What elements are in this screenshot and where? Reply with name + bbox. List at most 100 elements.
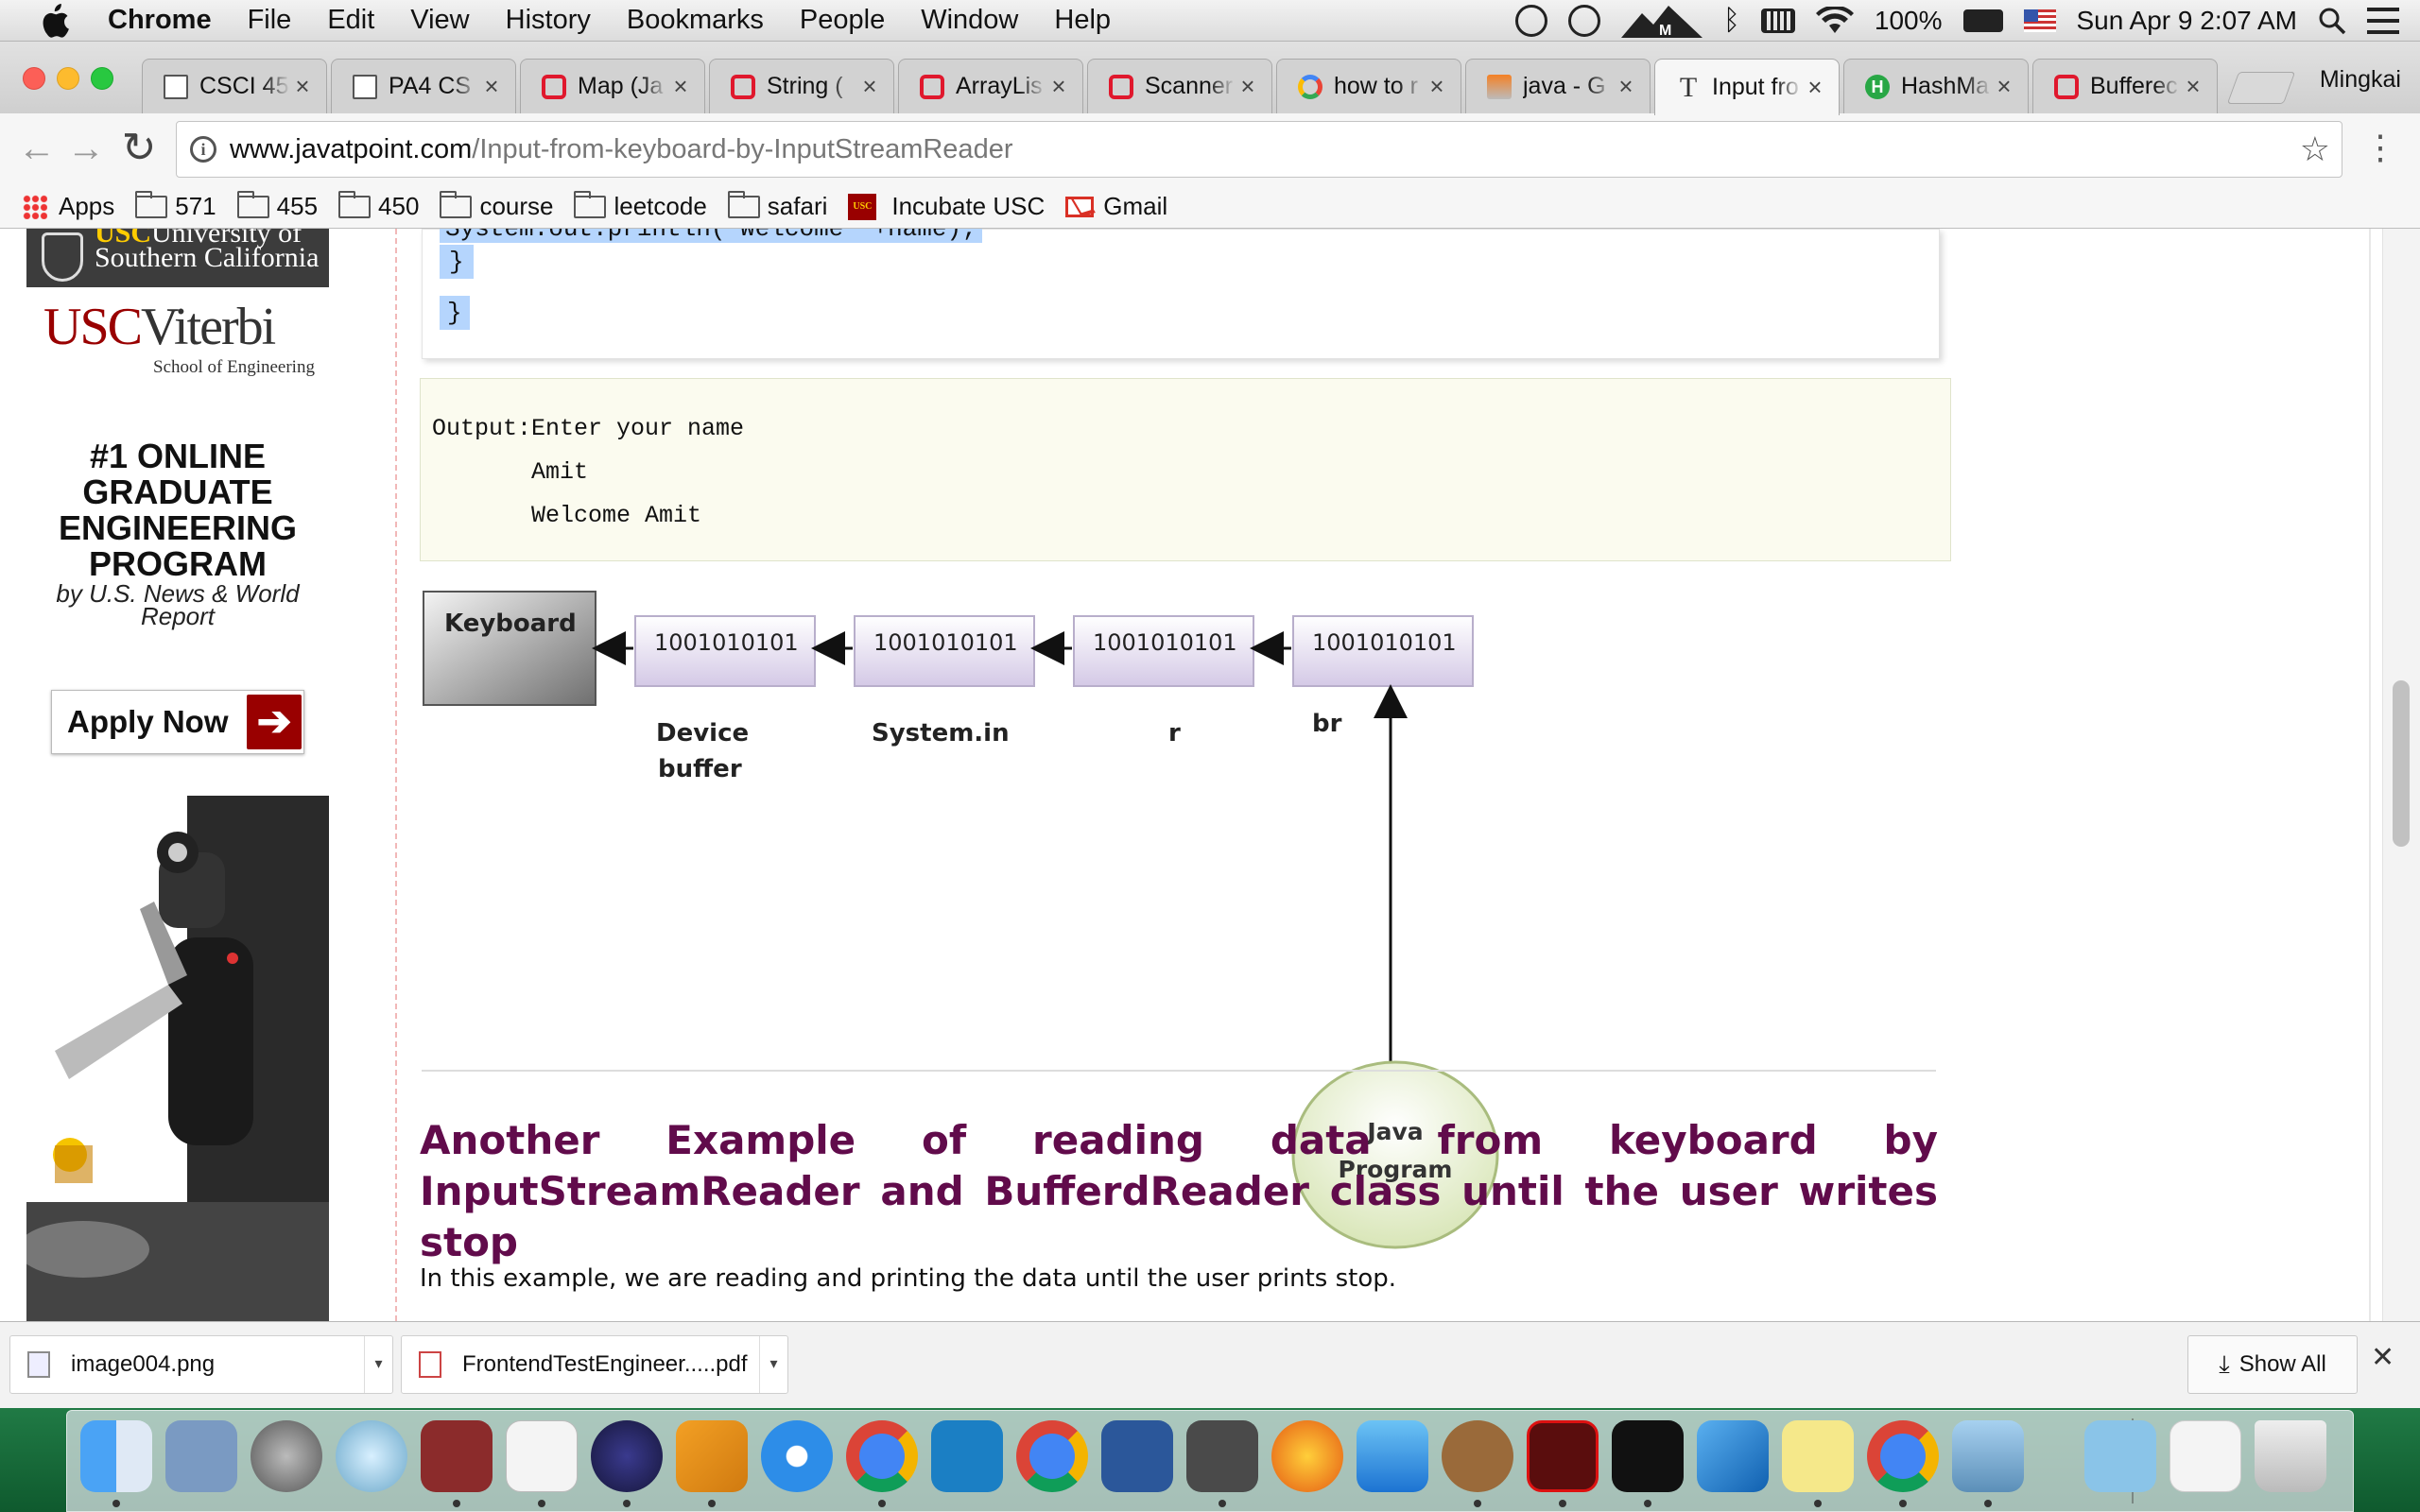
bookmark-apps[interactable]: Apps: [23, 192, 114, 221]
finder-icon[interactable]: [80, 1420, 152, 1492]
bookmark-incubate-usc[interactable]: USC Incubate USC: [848, 192, 1045, 221]
bookmark-folder-571[interactable]: 571: [135, 190, 216, 221]
preview-icon[interactable]: [165, 1420, 237, 1492]
vertical-scrollbar[interactable]: [2382, 229, 2420, 1321]
chrome-icon[interactable]: [846, 1420, 918, 1492]
tab-close-icon[interactable]: ×: [1992, 72, 2016, 101]
menu-file[interactable]: File: [248, 5, 292, 36]
tab-close-icon[interactable]: ×: [290, 72, 315, 101]
chrome-canary-icon[interactable]: [1016, 1420, 1088, 1492]
chrome-second-icon[interactable]: [1867, 1420, 1939, 1492]
tab-hashmap[interactable]: H HashMa ×: [1843, 59, 2029, 113]
tab-close-icon[interactable]: ×: [1614, 72, 1638, 101]
close-downloads-bar-icon[interactable]: ✕: [2371, 1341, 2394, 1374]
tab-close-icon[interactable]: ×: [668, 72, 693, 101]
bookmark-folder-safari[interactable]: safari: [727, 190, 827, 221]
tab-close-icon[interactable]: ×: [1803, 73, 1827, 102]
tab-map[interactable]: Map (Ja ×: [520, 59, 705, 113]
reload-icon[interactable]: ↻: [115, 125, 163, 172]
word-icon[interactable]: [1101, 1420, 1173, 1492]
download-options-chevron-icon[interactable]: ▾: [364, 1336, 392, 1393]
bluetooth-icon[interactable]: ᛒ: [1723, 5, 1740, 37]
terminal-icon[interactable]: [1612, 1420, 1684, 1492]
window-minimize-button[interactable]: [57, 67, 79, 90]
usc-viterbi-ad[interactable]: USCUniversity of Southern California USC…: [26, 229, 329, 1321]
show-all-downloads-button[interactable]: ⤓ Show All: [2187, 1335, 2358, 1394]
scrollbar-thumb[interactable]: [2393, 680, 2410, 847]
menu-window[interactable]: Window: [921, 5, 1018, 36]
download-item-pdf[interactable]: FrontendTestEngineer.....pdf ▾: [401, 1335, 788, 1394]
tab-bufferedreader[interactable]: Bufferec ×: [2032, 59, 2218, 113]
tab-close-icon[interactable]: ×: [1046, 72, 1071, 101]
download-options-chevron-icon[interactable]: ▾: [759, 1336, 787, 1393]
sourcetree-icon[interactable]: [931, 1420, 1003, 1492]
photo-app-icon[interactable]: [336, 1420, 407, 1492]
mountain-icon[interactable]: M: [1620, 4, 1703, 38]
input-source-flag-icon[interactable]: [2023, 9, 2056, 32]
menu-help[interactable]: Help: [1054, 5, 1111, 36]
menu-chrome[interactable]: Chrome: [108, 5, 212, 36]
back-arrow-icon[interactable]: ←: [13, 125, 60, 172]
xcode-icon[interactable]: [1357, 1420, 1428, 1492]
dictionary-icon[interactable]: [421, 1420, 493, 1492]
bookmark-gmail[interactable]: Gmail: [1065, 192, 1167, 221]
safari-icon[interactable]: [761, 1420, 833, 1492]
tab-csci[interactable]: CSCI 45 ×: [142, 59, 327, 113]
menu-people[interactable]: People: [800, 5, 885, 36]
chrome-menu-icon[interactable]: ⋮: [2363, 129, 2397, 170]
tab-close-icon[interactable]: ×: [1425, 72, 1449, 101]
dog-app-icon[interactable]: [1442, 1420, 1513, 1492]
window-close-button[interactable]: [23, 67, 45, 90]
bookmark-folder-leetcode[interactable]: leetcode: [574, 190, 707, 221]
tab-close-icon[interactable]: ×: [1236, 72, 1260, 101]
tab-google-search[interactable]: how to r ×: [1276, 59, 1461, 113]
tab-string[interactable]: String (×: [709, 59, 894, 113]
forward-arrow-icon[interactable]: →: [62, 125, 110, 172]
site-info-icon[interactable]: i: [190, 136, 216, 163]
notification-center-icon[interactable]: [2367, 8, 2399, 34]
menu-history[interactable]: History: [506, 5, 591, 36]
tab-stackoverflow[interactable]: java - G ×: [1465, 59, 1651, 113]
image-capture-icon[interactable]: [1952, 1420, 2024, 1492]
firefox-icon[interactable]: [1271, 1420, 1343, 1492]
do-not-disturb-icon[interactable]: [1567, 5, 1600, 37]
trash-icon[interactable]: [2255, 1420, 2326, 1492]
tab-close-icon[interactable]: ×: [479, 72, 504, 101]
bookmark-folder-450[interactable]: 450: [338, 190, 419, 221]
eclipse-icon[interactable]: [591, 1420, 663, 1492]
battery-status-icon[interactable]: [1760, 9, 1795, 33]
download-item-image[interactable]: image004.png ▾: [9, 1335, 393, 1394]
stickies-icon[interactable]: [1782, 1420, 1854, 1492]
bookmark-folder-455[interactable]: 455: [236, 190, 318, 221]
sublime-text-icon[interactable]: [1186, 1420, 1258, 1492]
wifi-icon[interactable]: [1815, 7, 1854, 35]
profile-button[interactable]: Mingkai: [2320, 66, 2401, 94]
spotlight-search-icon[interactable]: [2318, 7, 2346, 35]
tab-arraylist[interactable]: ArrayLis ×: [898, 59, 1083, 113]
address-bar[interactable]: i www.javatpoint.com/Input-from-keyboard…: [176, 121, 2342, 178]
code-block[interactable]: System.out.println("Welcome "+name); } }: [422, 229, 1940, 359]
new-tab-button[interactable]: [2226, 72, 2296, 104]
tab-input-from-keyboard[interactable]: T Input fro ×: [1654, 59, 1840, 115]
downloads-stack-icon[interactable]: [2084, 1420, 2156, 1492]
grammarly-icon[interactable]: [1514, 5, 1547, 37]
tab-close-icon[interactable]: ×: [857, 72, 882, 101]
wireshark-icon[interactable]: [1697, 1420, 1769, 1492]
menu-bookmarks[interactable]: Bookmarks: [627, 5, 764, 36]
system-preferences-icon[interactable]: [251, 1420, 322, 1492]
apple-icon[interactable]: [38, 3, 70, 38]
menu-view[interactable]: View: [410, 5, 469, 36]
bookmark-folder-course[interactable]: course: [440, 190, 553, 221]
bookmark-star-icon[interactable]: ☆: [2300, 129, 2330, 169]
acrobat-icon[interactable]: [1527, 1420, 1599, 1492]
page-viewport[interactable]: USCUniversity of Southern California USC…: [0, 229, 2420, 1321]
tab-scanner[interactable]: Scanner ×: [1087, 59, 1272, 113]
matlab-icon[interactable]: [676, 1420, 748, 1492]
tab-pa4[interactable]: PA4 CS ×: [331, 59, 516, 113]
window-zoom-button[interactable]: [91, 67, 113, 90]
battery-icon[interactable]: [1962, 9, 2003, 32]
menu-edit[interactable]: Edit: [327, 5, 374, 36]
apply-now-button[interactable]: Apply Now ➔: [51, 690, 304, 754]
textedit-icon[interactable]: [506, 1420, 578, 1492]
documents-stack-icon[interactable]: [2169, 1420, 2241, 1492]
